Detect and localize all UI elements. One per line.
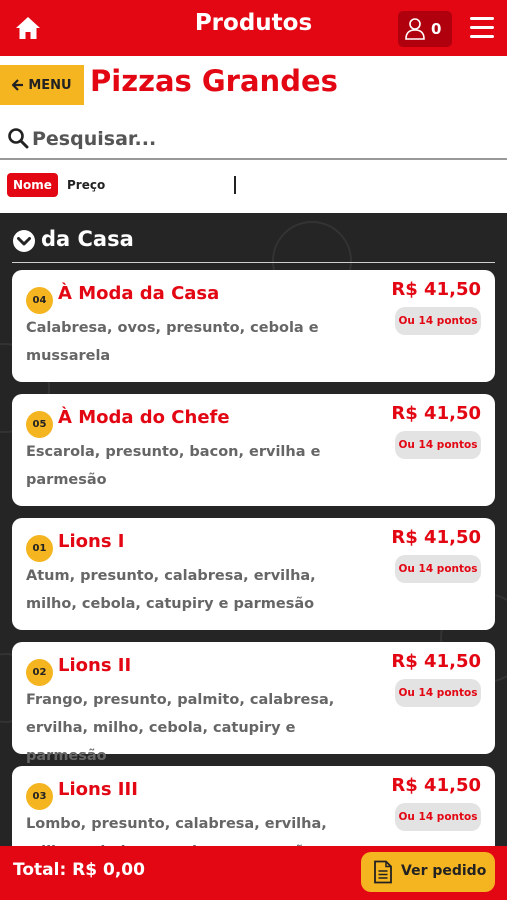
order-total: Total: R$ 0,00 bbox=[13, 860, 145, 880]
product-card[interactable]: 02 Lions II Frango, presunto, palmito, c… bbox=[12, 642, 495, 764]
page-title: Pizzas Grandes bbox=[90, 64, 338, 98]
product-name: À Moda do Chefe bbox=[58, 407, 230, 428]
sort-by-name-button[interactable]: Nome bbox=[7, 173, 58, 197]
product-points: Ou 14 pontos bbox=[395, 555, 481, 583]
product-description: Frango, presunto, palmito, calabresa, er… bbox=[26, 692, 335, 764]
view-order-label: Ver pedido bbox=[401, 863, 487, 879]
product-name: Lions I bbox=[58, 531, 125, 552]
hamburger-menu-icon[interactable] bbox=[470, 17, 494, 39]
product-card[interactable]: 04 À Moda da Casa Calabresa, ovos, presu… bbox=[12, 270, 495, 382]
category-header[interactable]: da Casa bbox=[12, 225, 495, 263]
product-price: R$ 41,50 bbox=[391, 403, 481, 424]
product-card[interactable]: 05 À Moda do Chefe Escarola, presunto, b… bbox=[12, 394, 495, 506]
search-bar bbox=[0, 118, 507, 160]
search-icon bbox=[7, 127, 29, 149]
product-description: Atum, presunto, calabresa, ervilha, milh… bbox=[26, 568, 316, 612]
product-code: 04 bbox=[26, 287, 53, 314]
chevron-down-circle-icon bbox=[12, 229, 36, 253]
text-cursor bbox=[234, 176, 236, 194]
product-card[interactable]: 01 Lions I Atum, presunto, calabresa, er… bbox=[12, 518, 495, 630]
document-icon bbox=[373, 860, 393, 884]
product-code: 03 bbox=[26, 783, 53, 810]
bottom-bar: Total: R$ 0,00 Ver pedido bbox=[0, 846, 507, 900]
product-name: À Moda da Casa bbox=[58, 283, 220, 304]
product-price: R$ 41,50 bbox=[391, 651, 481, 672]
product-price: R$ 41,50 bbox=[391, 775, 481, 796]
product-name: Lions II bbox=[58, 655, 132, 676]
menu-back-button[interactable]: MENU bbox=[0, 65, 84, 105]
product-name: Lions III bbox=[58, 779, 138, 800]
sort-options: Nome Preço bbox=[0, 172, 507, 200]
product-code: 01 bbox=[26, 535, 53, 562]
product-card[interactable]: 03 Lions III Lombo, presunto, calabresa,… bbox=[12, 766, 495, 846]
arrow-left-icon bbox=[12, 79, 24, 91]
top-bar: Produtos 0 bbox=[0, 0, 507, 56]
user-cart-button[interactable]: 0 bbox=[398, 11, 452, 47]
product-points: Ou 14 pontos bbox=[395, 431, 481, 459]
product-price: R$ 41,50 bbox=[391, 527, 481, 548]
user-icon bbox=[404, 17, 426, 41]
cart-count: 0 bbox=[431, 20, 442, 38]
product-price: R$ 41,50 bbox=[391, 279, 481, 300]
view-order-button[interactable]: Ver pedido bbox=[361, 852, 495, 892]
sort-by-price-button[interactable]: Preço bbox=[67, 178, 105, 192]
product-description: Calabresa, ovos, presunto, cebola e muss… bbox=[26, 320, 319, 364]
product-description: Escarola, presunto, bacon, ervilha e par… bbox=[26, 444, 321, 488]
category-title: da Casa bbox=[41, 227, 134, 251]
product-points: Ou 14 pontos bbox=[395, 307, 481, 335]
product-code: 02 bbox=[26, 659, 53, 686]
product-points: Ou 14 pontos bbox=[395, 803, 481, 831]
product-points: Ou 14 pontos bbox=[395, 679, 481, 707]
product-code: 05 bbox=[26, 411, 53, 438]
product-description: Lombo, presunto, calabresa, ervilha, mil… bbox=[26, 816, 327, 846]
product-list[interactable]: da Casa 04 À Moda da Casa Calabresa, ovo… bbox=[0, 213, 507, 846]
search-input[interactable] bbox=[32, 123, 492, 155]
menu-button-label: MENU bbox=[28, 77, 72, 93]
